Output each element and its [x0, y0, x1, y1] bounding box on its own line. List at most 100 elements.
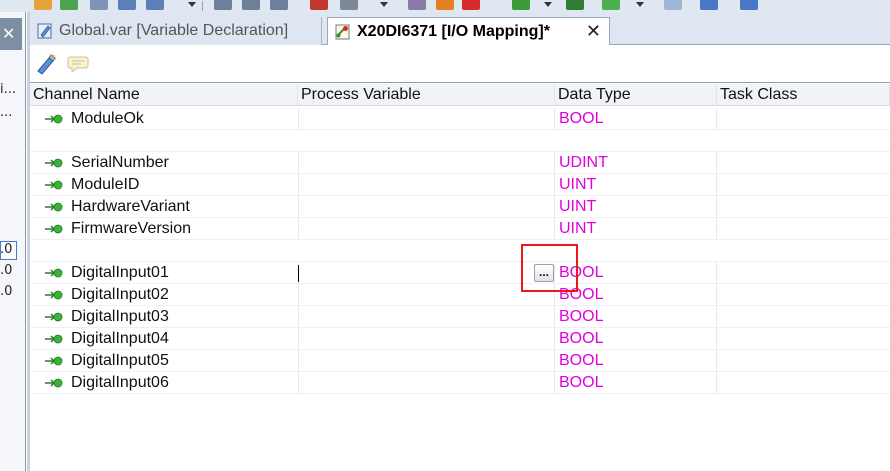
toolbar-check-icon[interactable] — [310, 0, 328, 10]
task-class-cell[interactable] — [717, 284, 890, 306]
channel-name: DigitalInput03 — [71, 308, 169, 325]
toolbar-stop-icon[interactable] — [462, 0, 480, 10]
column-header-data-type[interactable]: Data Type — [555, 84, 717, 106]
table-row-selected[interactable]: DigitalInput01 ... BOOL — [30, 262, 890, 284]
column-header-task-class[interactable]: Task Class — [717, 84, 890, 106]
data-type-cell: BOOL — [555, 350, 717, 372]
toolbar-dropdown-arrow-icon[interactable] — [636, 2, 644, 7]
process-variable-cell[interactable] — [298, 196, 555, 218]
toolbar-tools-icon[interactable] — [602, 0, 620, 10]
channel-input-icon — [45, 378, 63, 388]
process-variable-cell[interactable] — [298, 108, 555, 130]
channel-name: DigitalInput06 — [71, 374, 169, 391]
data-type-cell: BOOL — [555, 372, 717, 394]
channel-input-icon — [45, 334, 63, 344]
declare-variable-icon[interactable] — [34, 52, 58, 76]
process-variable-cell[interactable] — [298, 350, 555, 372]
channel-name: HardwareVariant — [71, 198, 190, 215]
toolbar-copy-icon[interactable] — [60, 0, 78, 10]
table-row[interactable]: SerialNumber UDINT — [30, 152, 890, 174]
toolbar-redo-icon[interactable] — [146, 0, 164, 10]
toolbar-online-icon[interactable] — [408, 0, 426, 10]
editor-toolbar — [30, 45, 890, 83]
table-row[interactable]: DigitalInput06 BOOL — [30, 372, 890, 394]
process-variable-cell[interactable] — [298, 152, 555, 174]
data-type-cell: UDINT — [555, 152, 717, 174]
task-class-cell[interactable] — [717, 328, 890, 350]
tab-close-icon[interactable]: ✕ — [586, 21, 601, 42]
task-class-cell[interactable] — [717, 152, 890, 174]
text-cursor — [298, 265, 299, 282]
process-variable-input[interactable] — [298, 262, 555, 284]
toolbar-settings-icon[interactable] — [512, 0, 530, 10]
table-row[interactable]: ModuleOk BOOL — [30, 108, 890, 130]
toolbar-dropdown-arrow-icon[interactable] — [544, 2, 552, 7]
data-type-cell: BOOL — [555, 108, 717, 130]
task-class-cell[interactable] — [717, 372, 890, 394]
data-type-cell: BOOL — [555, 328, 717, 350]
channel-input-icon — [45, 158, 63, 168]
toolbar-zoom-icon[interactable] — [664, 0, 682, 10]
process-variable-cell[interactable] — [298, 306, 555, 328]
task-class-cell[interactable] — [717, 218, 890, 240]
comment-icon[interactable] — [66, 52, 90, 76]
toolbar-monitor-icon[interactable] — [436, 0, 454, 10]
column-header-process-variable[interactable]: Process Variable — [298, 84, 555, 106]
data-type-cell: UINT — [555, 174, 717, 196]
process-variable-cell[interactable] — [298, 218, 555, 240]
left-panel-close-icon[interactable]: ✕ — [2, 26, 15, 42]
table-row[interactable]: DigitalInput04 BOOL — [30, 328, 890, 350]
toolbar-dropdown-arrow-icon[interactable] — [188, 2, 196, 7]
table-row[interactable]: ModuleID UINT — [30, 174, 890, 196]
left-panel-value: .0 — [0, 263, 13, 278]
browse-variable-button[interactable]: ... — [534, 264, 554, 282]
channel-name-cell: DigitalInput03 — [30, 306, 298, 328]
task-class-cell[interactable] — [717, 108, 890, 130]
data-type-cell: BOOL — [555, 262, 717, 284]
toolbar-undo-icon[interactable] — [118, 0, 136, 10]
toolbar-cut-icon[interactable] — [34, 0, 52, 10]
left-panel-value: .0 — [0, 284, 13, 299]
process-variable-cell[interactable] — [298, 174, 555, 196]
toolbar-rebuild-icon[interactable] — [242, 0, 260, 10]
toolbar-build-icon[interactable] — [214, 0, 232, 10]
table-row[interactable]: DigitalInput03 BOOL — [30, 306, 890, 328]
table-row-empty — [30, 240, 890, 262]
left-dock-panel: ✕ i... ... .0 .0 .0 — [0, 12, 26, 471]
table-row[interactable]: HardwareVariant UINT — [30, 196, 890, 218]
channel-input-icon — [45, 180, 63, 190]
table-row[interactable]: DigitalInput05 BOOL — [30, 350, 890, 372]
task-class-cell[interactable] — [717, 196, 890, 218]
toolbar-back-icon[interactable] — [340, 0, 358, 10]
toolbar-help-icon[interactable] — [740, 0, 758, 10]
tab-io-mapping[interactable]: X20DI6371 [I/O Mapping]* ✕ — [327, 17, 610, 46]
data-type-cell: UINT — [555, 218, 717, 240]
process-variable-cell[interactable] — [298, 328, 555, 350]
channel-name: DigitalInput01 — [71, 264, 169, 281]
data-type-cell: BOOL — [555, 284, 717, 306]
task-class-cell[interactable] — [717, 350, 890, 372]
channel-name-cell: SerialNumber — [30, 152, 298, 174]
toolbar-paste-icon[interactable] — [90, 0, 108, 10]
grid-header: Channel Name Process Variable Data Type … — [30, 84, 890, 106]
channel-name-cell: ModuleID — [30, 174, 298, 196]
task-class-cell[interactable] — [717, 262, 890, 284]
channel-name-cell: FirmwareVersion — [30, 218, 298, 240]
channel-input-icon — [45, 312, 63, 322]
channel-input-icon — [45, 290, 63, 300]
column-header-channel-name[interactable]: Channel Name — [30, 84, 298, 106]
toolbar-debug-icon[interactable] — [566, 0, 584, 10]
toolbar-dropdown-arrow-icon[interactable] — [380, 2, 388, 7]
task-class-cell[interactable] — [717, 306, 890, 328]
table-row[interactable]: FirmwareVersion UINT — [30, 218, 890, 240]
task-class-cell[interactable] — [717, 174, 890, 196]
table-row[interactable]: DigitalInput02 BOOL — [30, 284, 890, 306]
process-variable-cell[interactable] — [298, 372, 555, 394]
toolbar-navigate-icon[interactable] — [700, 0, 718, 10]
toolbar-transfer-icon[interactable] — [270, 0, 288, 10]
tab-global-var[interactable]: Global.var [Variable Declaration] — [30, 17, 322, 45]
channel-name: SerialNumber — [71, 154, 169, 171]
toolbar-separator — [202, 1, 203, 11]
process-variable-cell[interactable] — [298, 284, 555, 306]
channel-name: DigitalInput04 — [71, 330, 169, 347]
